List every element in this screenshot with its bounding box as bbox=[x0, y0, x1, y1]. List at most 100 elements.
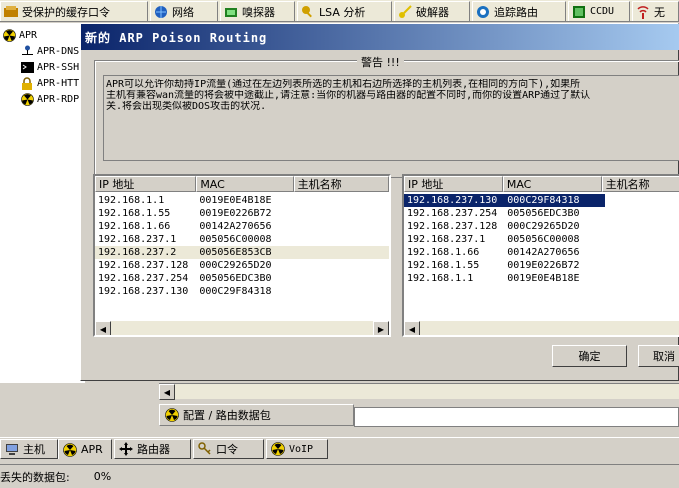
hostname-cell bbox=[605, 259, 679, 272]
tab-label: 网络 bbox=[172, 5, 194, 19]
scroll-left-button[interactable]: ◀ bbox=[159, 384, 175, 400]
table-row[interactable]: 192.168.1.55 0019E0226B72 bbox=[404, 259, 679, 272]
table-row[interactable]: 192.168.237.254 005056EDC3B0 bbox=[95, 272, 389, 285]
ip-cell: 192.168.237.128 bbox=[98, 260, 189, 271]
tab-label: 受保护的缓存口令 bbox=[22, 5, 110, 19]
warning-text: APR可以允许你劫持IP流量(通过在左边列表所选的主机和右边所选择的主机列表,在… bbox=[103, 75, 679, 161]
column-ip[interactable]: IP 地址 bbox=[95, 176, 197, 192]
scroll-right-button[interactable]: ▶ bbox=[373, 321, 389, 335]
ip-cell: 192.168.237.130 bbox=[404, 194, 505, 207]
column-hostname[interactable]: 主机名称 bbox=[293, 176, 389, 192]
ip-cell: 192.168.237.128 bbox=[407, 221, 498, 232]
tab-label: VoIP bbox=[289, 443, 314, 455]
tree-item-apr-ssh[interactable]: APR-SSH bbox=[20, 60, 79, 75]
voip-radiation-icon bbox=[270, 442, 285, 457]
lsa-key-icon bbox=[300, 4, 315, 19]
router-cross-icon bbox=[118, 442, 133, 457]
tree-item-apr-dns[interactable]: APR-DNS bbox=[20, 44, 79, 59]
tab-label: 口令 bbox=[216, 443, 238, 456]
tab-label: LSA 分析 bbox=[319, 5, 366, 19]
table-row[interactable]: 192.168.1.1 0019E0E4B18E bbox=[95, 194, 389, 207]
target-host-list[interactable]: IP 地址 MAC 主机名称 192.168.237.130 000C29F843… bbox=[402, 174, 679, 337]
mac-cell: 000C29F84318 bbox=[504, 194, 605, 207]
column-ip[interactable]: IP 地址 bbox=[404, 176, 503, 192]
column-mac[interactable]: MAC bbox=[502, 176, 602, 192]
warning-line: 主机有兼容wan流量的将会被中途截止,请注意:当你的机器与路由器的配置不同时,而… bbox=[106, 90, 591, 101]
mac-cell: 000C29F84318 bbox=[199, 286, 272, 297]
mac-cell: 005056EDC3B0 bbox=[199, 273, 272, 284]
tree-item-apr-rdp[interactable]: APR-RDP bbox=[20, 92, 79, 107]
scroll-track[interactable] bbox=[111, 321, 373, 335]
tab-hosts[interactable]: 主机 bbox=[0, 439, 58, 459]
mac-cell: 005056C00008 bbox=[507, 234, 580, 245]
column-hostname[interactable]: 主机名称 bbox=[601, 176, 679, 192]
scroll-left-button[interactable]: ◀ bbox=[404, 321, 420, 335]
tree-root-apr[interactable]: APR bbox=[2, 28, 37, 43]
ok-button[interactable]: 确定 bbox=[552, 345, 627, 367]
table-row[interactable]: 192.168.237.1 005056C00008 bbox=[404, 233, 679, 246]
wireless-icon bbox=[635, 4, 650, 19]
dialog-title-bar[interactable]: 新的 ARP Poison Routing bbox=[81, 24, 679, 50]
warning-line: APR可以允许你劫持IP流量(通过在左边列表所选的主机和右边所选择的主机列表,在… bbox=[106, 79, 581, 90]
mac-cell: 0019E0E4B18E bbox=[199, 195, 272, 206]
table-row[interactable]: 192.168.1.1 0019E0E4B18E bbox=[404, 272, 679, 285]
tab-label: 追踪路由 bbox=[494, 5, 538, 19]
tab-cracker[interactable]: 破解器 bbox=[394, 1, 470, 21]
tab-passwords[interactable]: 口令 bbox=[193, 439, 264, 459]
hostname-cell bbox=[605, 233, 679, 246]
horizontal-scrollbar[interactable]: ◀ ▶ bbox=[95, 321, 389, 335]
scroll-left-button[interactable]: ◀ bbox=[95, 321, 111, 335]
host-computer-icon bbox=[4, 442, 19, 457]
table-row[interactable]: 192.168.237.128 000C29265D20 bbox=[404, 220, 679, 233]
ccdu-icon bbox=[571, 4, 586, 19]
hostname-cell bbox=[294, 207, 389, 220]
radiation-icon bbox=[164, 408, 179, 423]
source-host-list[interactable]: IP 地址 MAC 主机名称 192.168.1.1 0019E0E4B18E 19… bbox=[93, 174, 391, 337]
dialog-title: 新的 ARP Poison Routing bbox=[85, 30, 268, 45]
tab-network[interactable]: 网络 bbox=[150, 1, 218, 21]
tab-routers[interactable]: 路由器 bbox=[114, 439, 191, 459]
tab-traceroute[interactable]: 追踪路由 bbox=[472, 1, 566, 21]
cancel-button[interactable]: 取消 bbox=[638, 345, 679, 367]
terminal-icon bbox=[20, 61, 34, 74]
table-row[interactable]: 192.168.237.130 000C29F84318 bbox=[95, 285, 389, 298]
mac-cell: 0019E0226B72 bbox=[507, 260, 580, 271]
mac-cell: 005056C00008 bbox=[199, 234, 272, 245]
mac-cell: 0019E0E4B18E bbox=[507, 273, 580, 284]
tab-apr[interactable]: APR bbox=[58, 439, 112, 459]
tab-label: CCDU bbox=[590, 6, 615, 17]
table-row[interactable]: 192.168.237.1 005056C00008 bbox=[95, 233, 389, 246]
ip-cell: 192.168.237.130 bbox=[98, 286, 189, 297]
scroll-track[interactable] bbox=[420, 321, 679, 335]
tab-voip[interactable]: VoIP bbox=[266, 439, 328, 459]
tab-label: 主机 bbox=[23, 443, 45, 456]
table-row[interactable]: 192.168.237.128 000C29265D20 bbox=[95, 259, 389, 272]
hostname-cell bbox=[294, 285, 389, 298]
warning-title: 警告 !!! bbox=[357, 54, 404, 70]
main-horizontal-scrollbar[interactable]: ◀ bbox=[159, 383, 679, 400]
table-row[interactable]: 192.168.1.55 0019E0226B72 bbox=[95, 207, 389, 220]
tab-label: APR bbox=[81, 443, 103, 456]
tab-cached-passwords[interactable]: 受保护的缓存口令 bbox=[0, 1, 148, 21]
tab-label: 嗅探器 bbox=[242, 5, 275, 19]
hostname-cell bbox=[294, 259, 389, 272]
ip-cell: 192.168.1.66 bbox=[407, 247, 480, 258]
table-row[interactable]: 192.168.1.66 00142A270656 bbox=[404, 246, 679, 259]
hostname-cell bbox=[294, 246, 389, 259]
table-row[interactable]: 192.168.237.2 005056E853CB bbox=[95, 246, 389, 259]
ip-cell: 192.168.1.66 bbox=[98, 221, 171, 232]
tab-ccdu[interactable]: CCDU bbox=[568, 1, 630, 21]
table-row[interactable]: 192.168.237.254 005056EDC3B0 bbox=[404, 207, 679, 220]
tab-lsa-analysis[interactable]: LSA 分析 bbox=[297, 1, 392, 21]
table-row[interactable]: 192.168.1.66 00142A270656 bbox=[95, 220, 389, 233]
tab-sniffer[interactable]: 嗅探器 bbox=[220, 1, 295, 21]
mac-cell: 000C29265D20 bbox=[507, 221, 580, 232]
dns-network-icon bbox=[20, 45, 34, 58]
tab-wireless[interactable]: 无 bbox=[632, 1, 679, 21]
table-row[interactable]: 192.168.237.130 000C29F84318 bbox=[404, 194, 679, 207]
mac-cell: 0019E0226B72 bbox=[199, 208, 272, 219]
horizontal-scrollbar[interactable]: ◀ bbox=[404, 321, 679, 335]
column-mac[interactable]: MAC bbox=[196, 176, 294, 192]
config-route-packets-tab[interactable]: 配置 / 路由数据包 bbox=[159, 404, 354, 426]
hostname-cell bbox=[605, 246, 679, 259]
